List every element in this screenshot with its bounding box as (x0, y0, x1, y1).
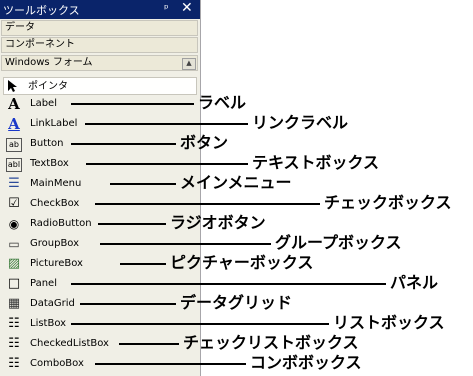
annotation-linklabel: リンクラベル (252, 113, 349, 132)
annotation-picturebox: ピクチャーボックス (170, 253, 314, 272)
annotation-textbox: テキストボックス (252, 153, 380, 172)
annotation-checkedlistbox: チェックリストボックス (183, 333, 359, 352)
annotation-combobox: コンボボックス (250, 353, 362, 372)
annotation-button: ボタン (180, 133, 229, 152)
annotation-radiobutton: ラジオボタン (170, 213, 266, 232)
annotation-mainmenu: メインメニュー (180, 173, 292, 192)
annotation-panel: パネル (390, 273, 439, 292)
annotation-datagrid: データグリッド (180, 293, 293, 312)
annotation-checkbox: チェックボックス (324, 193, 452, 212)
annotation-groupbox: グループボックス (275, 233, 402, 252)
annotation-listbox: リストボックス (333, 313, 445, 332)
annotation-label: ラベル (198, 93, 247, 112)
